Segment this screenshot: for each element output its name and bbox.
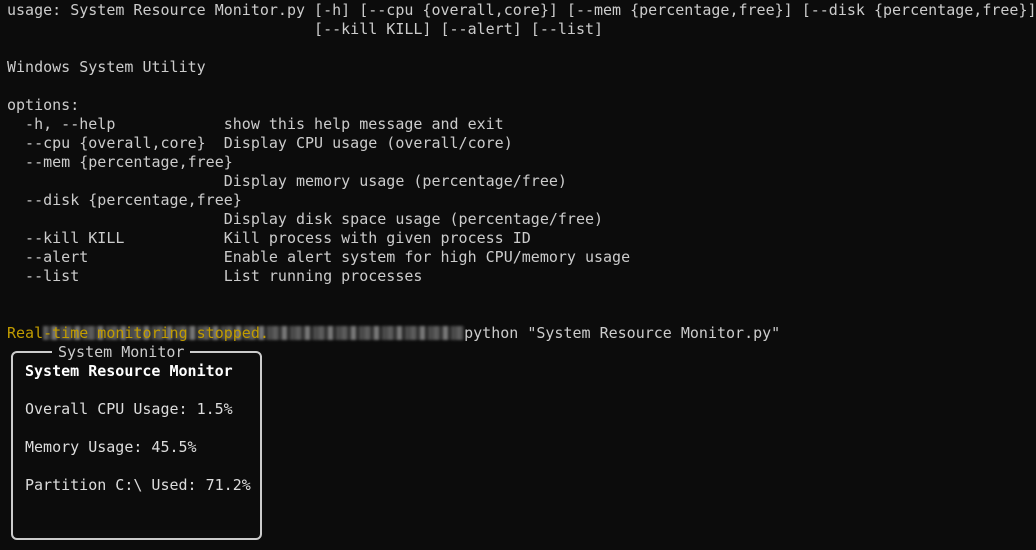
command-text: python "System Resource Monitor.py" (464, 324, 781, 342)
description-text: Windows System Utility (7, 58, 206, 76)
monitor-heading: System Resource Monitor (25, 362, 233, 380)
usage-line-1: usage: System Resource Monitor.py [-h] [… (7, 1, 1036, 19)
option-alert: --alert Enable alert system for high CPU… (7, 248, 631, 266)
options-header: options: (7, 96, 80, 114)
partition-usage-text: Partition C:\ Used: 71.2% (25, 476, 251, 494)
option-cpu: --cpu {overall,core} Display CPU usage (… (7, 134, 513, 152)
system-monitor-frame-title: System Monitor (52, 343, 191, 362)
stopped-message: Real-time monitoring stopped. (7, 324, 269, 342)
option-disk-description: Display disk space usage (percentage/fre… (7, 210, 604, 228)
terminal-window[interactable]: usage: System Resource Monitor.py [-h] [… (0, 0, 1036, 550)
option-mem: --mem {percentage,free} (7, 153, 233, 171)
option-mem-description: Display memory usage (percentage/free) (7, 172, 567, 190)
option-list: --list List running processes (7, 267, 423, 285)
cpu-usage-text: Overall CPU Usage: 1.5% (25, 400, 233, 418)
usage-line-2: [--kill KILL] [--alert] [--list] (7, 20, 604, 38)
option-kill: --kill KILL Kill process with given proc… (7, 229, 531, 247)
option-help: -h, --help show this help message and ex… (7, 115, 504, 133)
memory-usage-text: Memory Usage: 45.5% (25, 438, 197, 456)
option-disk: --disk {percentage,free} (7, 191, 242, 209)
